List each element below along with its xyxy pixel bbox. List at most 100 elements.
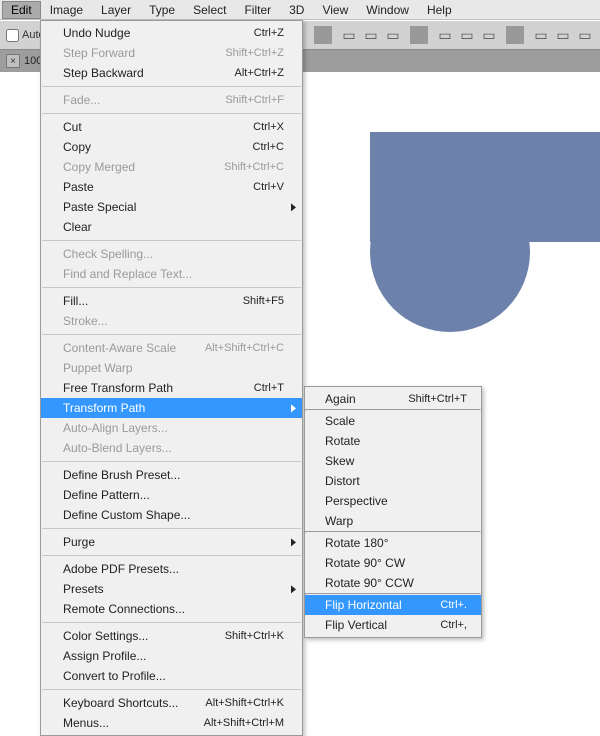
transform-menu-item-rotate-180[interactable]: Rotate 180°	[305, 533, 481, 553]
transform-menu-item-distort[interactable]: Distort	[305, 471, 481, 491]
edit-menu-item-separator	[42, 113, 301, 114]
menubar-edit[interactable]: Edit	[2, 1, 41, 19]
menu-item-shortcut: Alt+Ctrl+Z	[234, 67, 284, 79]
transform-menu-item-again[interactable]: AgainShift+Ctrl+T	[305, 389, 481, 409]
edit-menu-item-define-pattern[interactable]: Define Pattern...	[41, 485, 302, 505]
menu-item-label: Perspective	[325, 494, 388, 508]
transform-menu-item-warp[interactable]: Warp	[305, 511, 481, 531]
edit-menu-item-clear[interactable]: Clear	[41, 217, 302, 237]
edit-menu-item-step-backward[interactable]: Step BackwardAlt+Ctrl+Z	[41, 63, 302, 83]
edit-menu-item-color-settings[interactable]: Color Settings... Shift+Ctrl+K	[41, 626, 302, 646]
edit-menu-item-separator	[42, 555, 301, 556]
distribute-top-icon[interactable]: ▭	[436, 26, 454, 44]
menubar-filter[interactable]: Filter	[235, 1, 280, 19]
edit-menu-item-auto-align-layers: Auto-Align Layers...	[41, 418, 302, 438]
menu-item-label: Warp	[325, 514, 353, 528]
distribute-hcenter-icon[interactable]: ▭	[554, 26, 572, 44]
close-document-icon[interactable]: ×	[6, 54, 20, 68]
menu-item-label: Keyboard Shortcuts...	[63, 696, 178, 710]
edit-menu-item-assign-profile[interactable]: Assign Profile...	[41, 646, 302, 666]
menu-item-label: Rotate 90° CW	[325, 556, 405, 570]
edit-menu-item-separator	[42, 622, 301, 623]
edit-menu-item-separator	[42, 287, 301, 288]
menu-item-shortcut: Shift+Ctrl+K	[225, 630, 284, 642]
edit-menu-item-copy-merged: Copy Merged Shift+Ctrl+C	[41, 157, 302, 177]
auto-checkbox-input[interactable]	[6, 29, 19, 42]
transform-menu-item-rotate-90-cw[interactable]: Rotate 90° CW	[305, 553, 481, 573]
edit-menu-item-purge[interactable]: Purge	[41, 532, 302, 552]
menubar-3d[interactable]: 3D	[280, 1, 313, 19]
menu-item-label: Find and Replace Text...	[63, 267, 192, 281]
edit-menu-item-separator	[42, 86, 301, 87]
distribute-bottom-icon[interactable]: ▭	[480, 26, 498, 44]
menu-item-label: Presets	[63, 582, 104, 596]
menu-item-label: Fill...	[63, 294, 88, 308]
edit-menu-item-undo-nudge[interactable]: Undo NudgeCtrl+Z	[41, 23, 302, 43]
edit-menu-item-copy[interactable]: CopyCtrl+C	[41, 137, 302, 157]
menu-item-label: Auto-Align Layers...	[63, 421, 168, 435]
edit-menu-item-presets[interactable]: Presets	[41, 579, 302, 599]
transform-menu-item-flip-horizontal[interactable]: Flip HorizontalCtrl+.	[305, 595, 481, 615]
distribute-right-icon[interactable]: ▭	[576, 26, 594, 44]
edit-menu-item-cut[interactable]: CutCtrl+X	[41, 117, 302, 137]
menu-item-shortcut: Shift+Ctrl+C	[224, 161, 284, 173]
align-bottom-edges-icon[interactable]: ▭	[384, 26, 402, 44]
menu-item-label: Stroke...	[63, 314, 108, 328]
menu-item-label: Convert to Profile...	[63, 669, 166, 683]
menu-item-shortcut: Ctrl+T	[254, 382, 284, 394]
transform-menu-item-rotate-90-ccw[interactable]: Rotate 90° CCW	[305, 573, 481, 593]
align-top-edges-icon[interactable]: ▭	[340, 26, 358, 44]
vector-shape[interactable]	[350, 132, 600, 342]
menubar-type[interactable]: Type	[140, 1, 184, 19]
menu-item-label: Scale	[325, 414, 355, 428]
transform-menu-item-rotate[interactable]: Rotate	[305, 431, 481, 451]
transform-menu-item-perspective[interactable]: Perspective	[305, 491, 481, 511]
menu-item-shortcut: Shift+Ctrl+F	[225, 94, 284, 106]
distribute-vcenter-icon[interactable]: ▭	[458, 26, 476, 44]
edit-menu-item-free-transform-path[interactable]: Free Transform PathCtrl+T	[41, 378, 302, 398]
menubar-image[interactable]: Image	[41, 1, 92, 19]
edit-menu-item-separator	[42, 461, 301, 462]
menu-item-label: Rotate 180°	[325, 536, 389, 550]
distribute-left-icon[interactable]: ▭	[532, 26, 550, 44]
menubar-window[interactable]: Window	[357, 1, 418, 19]
menu-item-label: Puppet Warp	[63, 361, 133, 375]
menubar-help[interactable]: Help	[418, 1, 461, 19]
edit-menu-item-fill[interactable]: Fill... Shift+F5	[41, 291, 302, 311]
edit-menu-item-define-custom-shape[interactable]: Define Custom Shape...	[41, 505, 302, 525]
menubar-select[interactable]: Select	[184, 1, 235, 19]
menu-item-shortcut: Alt+Shift+Ctrl+C	[205, 342, 284, 354]
menubar-view[interactable]: View	[313, 1, 357, 19]
edit-menu-item-keyboard-shortcuts[interactable]: Keyboard Shortcuts...Alt+Shift+Ctrl+K	[41, 693, 302, 713]
menu-item-label: Content-Aware Scale	[63, 341, 176, 355]
transform-menu-item-flip-vertical[interactable]: Flip VerticalCtrl+,	[305, 615, 481, 635]
transform-path-submenu: AgainShift+Ctrl+T Scale Rotate Skew Distort P…	[304, 386, 482, 638]
menu-item-label: Check Spelling...	[63, 247, 153, 261]
menu-item-label: Color Settings...	[63, 629, 148, 643]
transform-menu-item-scale[interactable]: Scale	[305, 411, 481, 431]
menu-item-label: Auto-Blend Layers...	[63, 441, 172, 455]
edit-menu-item-remote-connections[interactable]: Remote Connections...	[41, 599, 302, 619]
edit-menu-item-adobe-pdf-presets[interactable]: Adobe PDF Presets...	[41, 559, 302, 579]
edit-menu-item-paste-special[interactable]: Paste Special	[41, 197, 302, 217]
edit-menu-item-define-brush-preset[interactable]: Define Brush Preset...	[41, 465, 302, 485]
menubar-layer[interactable]: Layer	[92, 1, 140, 19]
edit-menu-item-transform-path[interactable]: Transform Path	[41, 398, 302, 418]
edit-menu-item-paste[interactable]: PasteCtrl+V	[41, 177, 302, 197]
menu-item-label: Flip Horizontal	[325, 598, 402, 612]
edit-menu-item-menus[interactable]: Menus...Alt+Shift+Ctrl+M	[41, 713, 302, 733]
edit-menu-item-separator	[42, 334, 301, 335]
menu-item-label: Transform Path	[63, 401, 145, 415]
align-vertical-centers-icon[interactable]: ▭	[362, 26, 380, 44]
toolbar-separator	[314, 26, 332, 44]
edit-menu-item-separator	[42, 689, 301, 690]
menubar: Edit Image Layer Type Select Filter 3D V…	[0, 0, 600, 20]
transform-menu-item-skew[interactable]: Skew	[305, 451, 481, 471]
menu-item-shortcut: Shift+F5	[243, 295, 284, 307]
menu-item-label: Skew	[325, 454, 354, 468]
edit-menu-item-fade: Fade...Shift+Ctrl+F	[41, 90, 302, 110]
toolbar-separator	[410, 26, 428, 44]
menu-item-label: Copy Merged	[63, 160, 135, 174]
edit-menu-item-convert-to-profile[interactable]: Convert to Profile...	[41, 666, 302, 686]
menu-item-label: Cut	[63, 120, 82, 134]
